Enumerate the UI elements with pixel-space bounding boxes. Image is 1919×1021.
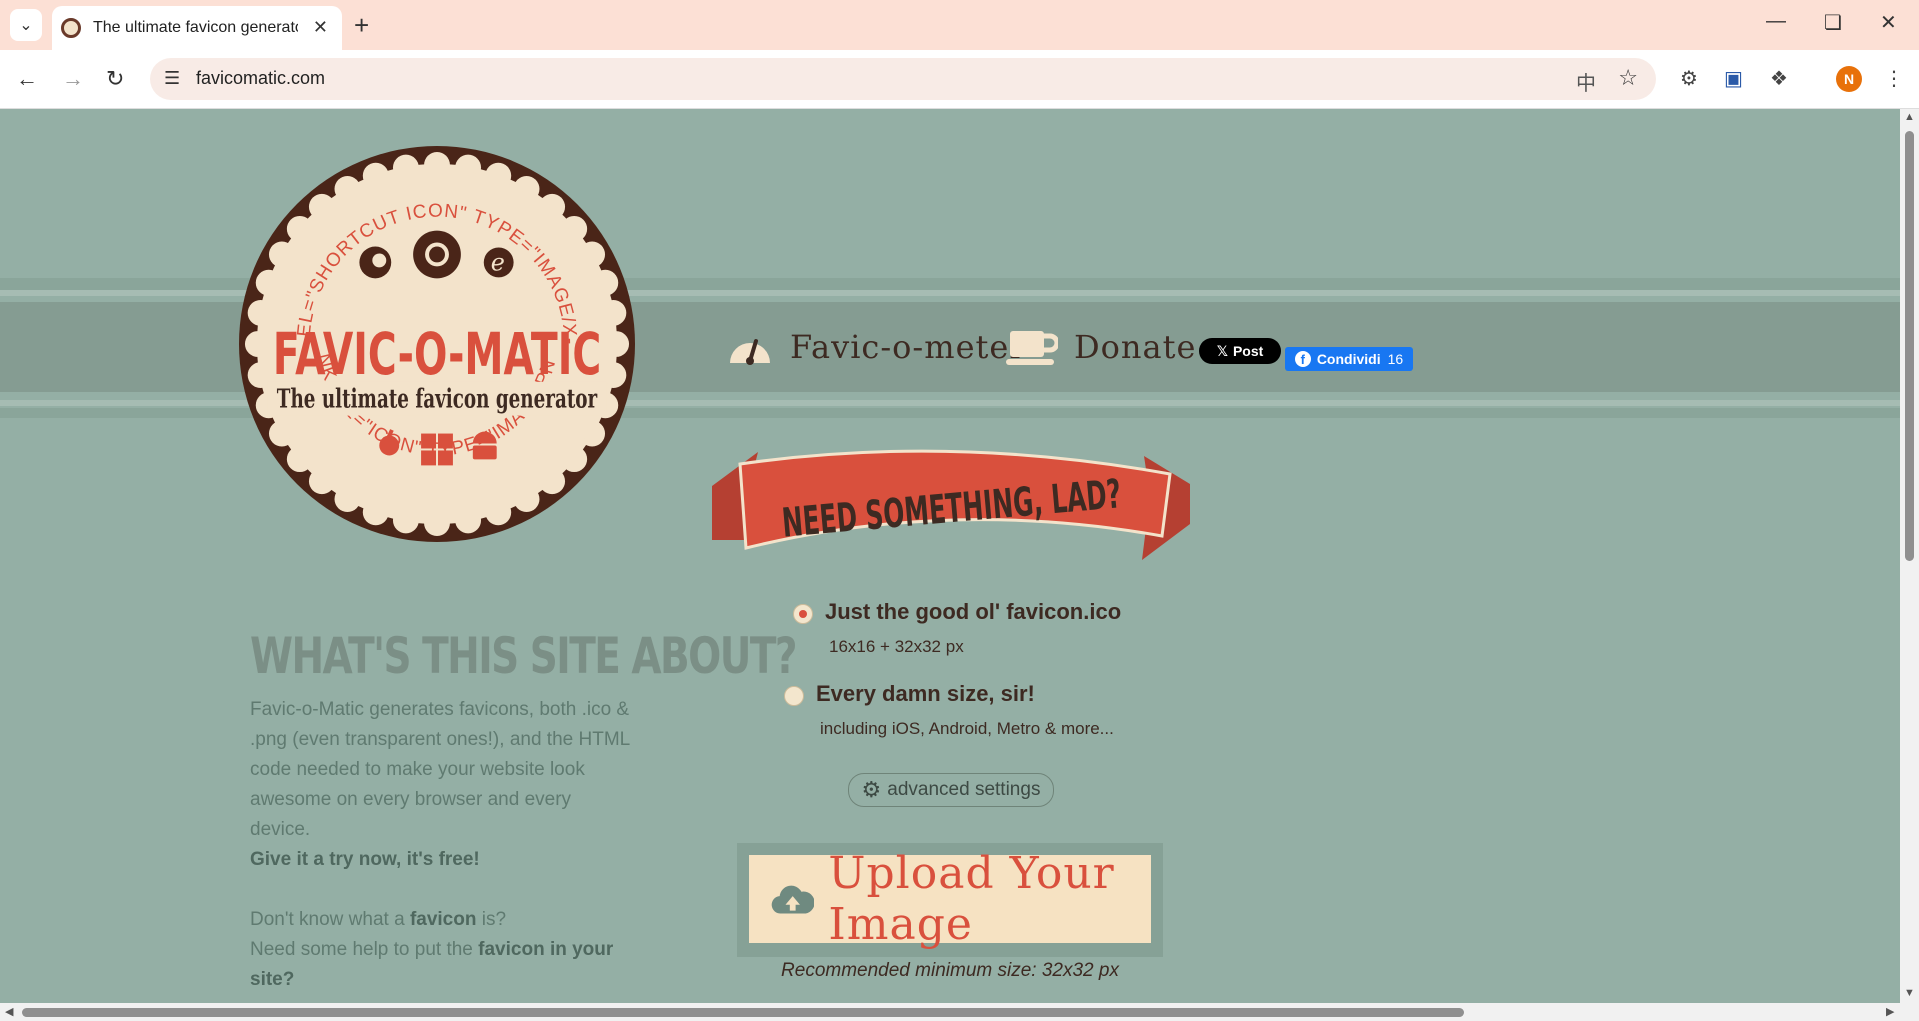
logo-title: FAVIC-O-MATIC <box>273 320 601 388</box>
gauge-icon <box>730 339 770 365</box>
x-post-label: Post <box>1232 343 1264 359</box>
horizontal-scroll-thumb[interactable] <box>22 1008 1464 1017</box>
gear-icon: ⚙ <box>861 777 882 802</box>
url-text[interactable]: favicomatic.com <box>196 68 325 89</box>
address-bar-row: ← → ↻ ☰ favicomatic.com 中 ☆ ⚙ ▣ ❖ ⋮ <box>0 50 1919 109</box>
facebook-icon: f <box>1294 351 1311 367</box>
option-subtitle: 16x16 + 32x32 px <box>829 637 964 656</box>
minimize-button[interactable]: — <box>1766 10 1786 33</box>
favicon-icon <box>61 18 81 38</box>
tab-title: The ultimate favicon generator <box>93 19 298 36</box>
profile-avatar[interactable]: N <box>1836 66 1862 92</box>
facebook-share-label: Condividi <box>1316 351 1381 367</box>
new-tab-button[interactable]: + <box>354 10 369 40</box>
option-subtitle: including iOS, Android, Metro & more... <box>820 719 1114 738</box>
android-icon <box>472 431 497 460</box>
donate-label: Donate <box>1074 328 1197 366</box>
close-tab-icon[interactable]: ✕ <box>313 17 328 38</box>
advanced-settings-label: advanced settings <box>887 779 1041 800</box>
extension-app-icon[interactable]: ▣ <box>1724 66 1743 91</box>
upload-area: Upload Your Image <box>737 843 1163 957</box>
about-title: WHAT'S THIS SITE ABOUT? <box>250 627 798 685</box>
tab-bar: ⌄ The ultimate favicon generator ✕ + — ❏… <box>0 0 1919 50</box>
cloud-upload-icon <box>771 885 815 914</box>
horizontal-scrollbar[interactable]: ◀ ▶ <box>0 1003 1919 1021</box>
about-q1-bold: favicon <box>409 909 477 930</box>
faviconometer-label: Favic-o-meter <box>790 328 1026 366</box>
upload-recommendation: Recommended minimum size: 32x32 px <box>781 960 1119 981</box>
browser-tab[interactable]: The ultimate favicon generator ✕ <box>52 6 342 50</box>
upload-label: Upload Your Image <box>828 848 1115 950</box>
radio-favicon-ico[interactable] <box>793 604 813 624</box>
about-cta: Give it a try now, it's free! <box>250 849 480 870</box>
facebook-share-button[interactable]: f Condividi 16 <box>1285 347 1413 371</box>
scroll-down-arrow-icon[interactable]: ▼ <box>1904 987 1915 999</box>
about-paragraph: Favic-o-Matic generates favicons, both .… <box>250 699 630 840</box>
radio-every-size[interactable] <box>784 686 804 706</box>
page-viewport: LINK REL="SHORTCUT ICON" TYPE="IMAGE/X-I… <box>0 109 1900 1003</box>
faviconometer-link[interactable]: Favic-o-meter <box>726 327 1026 367</box>
svg-text:e: e <box>491 248 505 276</box>
reload-button[interactable]: ↻ <box>106 66 124 92</box>
donate-link[interactable]: Donate <box>1006 327 1196 367</box>
option-title: Every damn size, sir! <box>816 681 1035 706</box>
site-info-icon[interactable]: ☰ <box>164 68 180 89</box>
logo-subtitle: The ultimate favicon generator <box>277 385 598 415</box>
back-button[interactable]: ← <box>16 66 38 92</box>
internet-explorer-icon: e <box>483 247 514 278</box>
about-q1-pre: Don't know what a <box>250 909 410 930</box>
tab-search-button[interactable]: ⌄ <box>10 9 42 41</box>
x-logo-icon: 𝕏 <box>1216 342 1228 359</box>
scroll-up-arrow-icon[interactable]: ▲ <box>1904 111 1915 123</box>
extensions-puzzle-icon[interactable]: ❖ <box>1770 66 1788 91</box>
vertical-scrollbar[interactable]: ▲ ▼ <box>1900 109 1919 1003</box>
advanced-settings-button[interactable]: ⚙ advanced settings <box>848 773 1054 807</box>
about-q2-pre: Need some help to put the <box>250 939 479 960</box>
chevron-down-icon: ⌄ <box>19 17 33 34</box>
about-text: Favic-o-Matic generates favicons, both .… <box>250 695 630 995</box>
favicomatic-logo[interactable]: LINK REL="SHORTCUT ICON" TYPE="IMAGE/X-I… <box>238 145 636 543</box>
x-post-button[interactable]: 𝕏 Post <box>1199 338 1281 364</box>
vertical-scroll-thumb[interactable] <box>1905 131 1914 561</box>
scroll-left-arrow-icon[interactable]: ◀ <box>5 1005 13 1018</box>
close-window-button[interactable]: ✕ <box>1880 10 1897 35</box>
menu-kebab-icon[interactable]: ⋮ <box>1884 66 1904 91</box>
need-something-banner: NEED SOMETHING, LAD? <box>712 449 1190 560</box>
restore-button[interactable]: ❏ <box>1824 10 1842 35</box>
omnibox[interactable]: ☰ favicomatic.com 中 ☆ <box>150 58 1656 100</box>
firefox-icon <box>359 246 392 279</box>
forward-button[interactable]: → <box>62 66 84 92</box>
bookmark-star-icon[interactable]: ☆ <box>1618 65 1638 91</box>
coffee-cup-icon <box>1006 331 1058 365</box>
extension-gear-icon[interactable]: ⚙ <box>1680 66 1698 91</box>
upload-image-button[interactable]: Upload Your Image <box>749 848 1151 950</box>
translate-icon[interactable]: 中 <box>1576 67 1596 96</box>
facebook-share-count: 16 <box>1387 351 1404 367</box>
scroll-right-arrow-icon[interactable]: ▶ <box>1886 1005 1894 1018</box>
about-q1-post: is? <box>476 909 507 930</box>
option-title: Just the good ol' favicon.ico <box>825 599 1122 624</box>
chrome-icon <box>413 230 461 279</box>
